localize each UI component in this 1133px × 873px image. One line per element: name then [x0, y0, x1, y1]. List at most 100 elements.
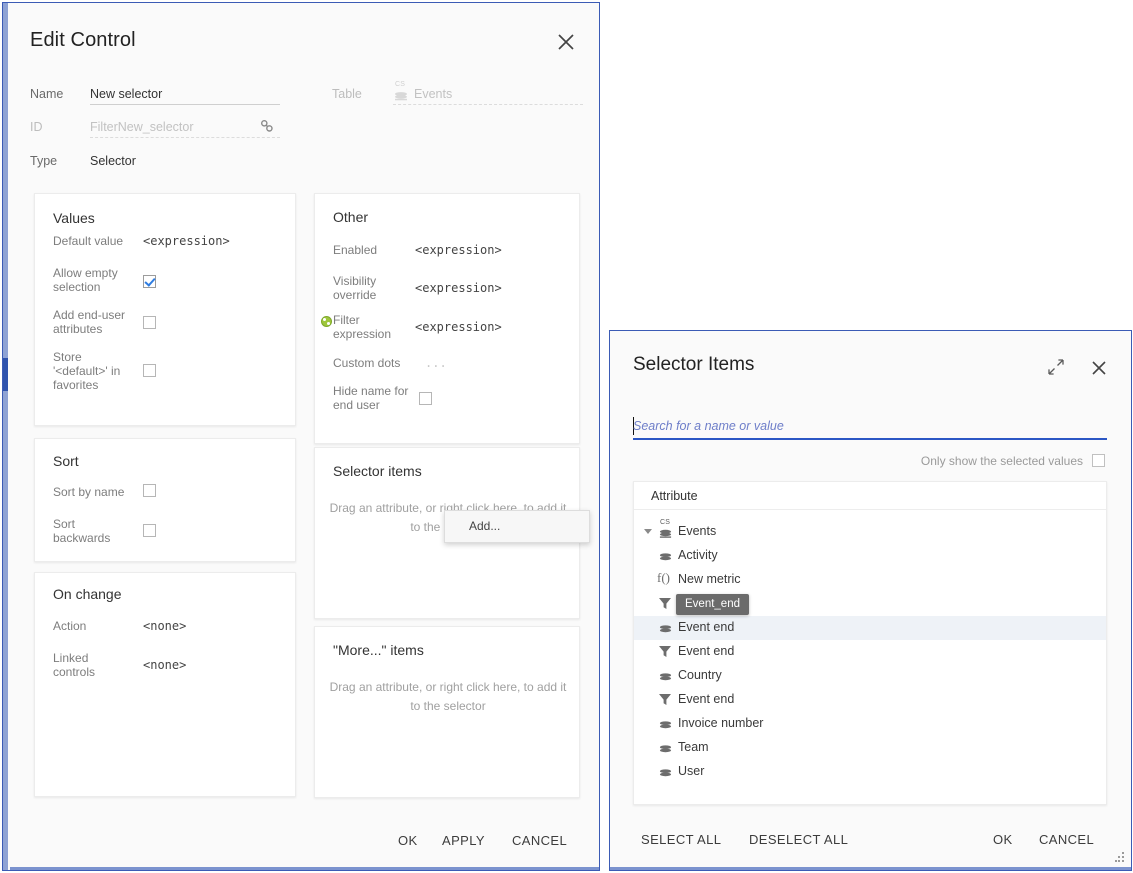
- edit-control-bottom-accent: [10, 867, 599, 870]
- id-input-underline: [90, 137, 280, 138]
- tree-row[interactable]: Event end: [634, 616, 1106, 640]
- tree-row[interactable]: CS Events: [634, 520, 1106, 544]
- sort-panel-title: Sort: [53, 453, 79, 469]
- visibility-override-value[interactable]: <expression>: [415, 281, 502, 295]
- expand-icon[interactable]: [1047, 358, 1065, 381]
- search-input[interactable]: Search for a name or value: [633, 419, 1106, 433]
- sort-by-name-label: Sort by name: [53, 485, 131, 499]
- selector-items-dialog: Selector Items Search for a name or valu…: [609, 330, 1132, 871]
- tree-row-label: Event end: [678, 644, 734, 658]
- more-items-drop-panel[interactable]: "More..." items Drag an attribute, or ri…: [314, 626, 580, 798]
- tree-row[interactable]: Invoice number: [634, 712, 1106, 736]
- select-all-button[interactable]: SELECT ALL: [641, 832, 721, 847]
- tree-row[interactable]: Event end: [634, 688, 1106, 712]
- values-panel: Values Default value <expression> Allow …: [34, 193, 296, 426]
- filter-expression-label: Filter expression: [333, 313, 411, 341]
- tree-row-label: New metric: [678, 572, 741, 586]
- tree-row-label: Events: [678, 524, 716, 538]
- action-value[interactable]: <none>: [143, 619, 186, 633]
- other-panel: Other Enabled <expression> Visibility ov…: [314, 193, 580, 444]
- add-end-user-attributes-checkbox[interactable]: [143, 316, 156, 329]
- ok-button[interactable]: OK: [993, 832, 1013, 847]
- id-input[interactable]: FilterNew_selector: [90, 120, 194, 134]
- search-input-underline: [633, 438, 1107, 440]
- tree-row[interactable]: Country: [634, 664, 1106, 688]
- other-panel-title: Other: [333, 209, 368, 225]
- close-icon[interactable]: [1089, 358, 1109, 383]
- apply-button[interactable]: APPLY: [442, 833, 485, 848]
- add-end-user-attributes-label: Add end-user attributes: [53, 308, 131, 336]
- deselect-all-button[interactable]: DESELECT ALL: [749, 832, 848, 847]
- tooltip: Event_end: [676, 594, 749, 615]
- hide-name-for-end-user-label: Hide name for end user: [333, 384, 411, 412]
- sort-panel: Sort Sort by name Sort backwards: [34, 438, 296, 562]
- edit-control-body: Edit Control Name New selector ID Filter…: [10, 3, 599, 870]
- tree-row[interactable]: User: [634, 760, 1106, 784]
- column-icon: [658, 718, 673, 736]
- type-label: Type: [30, 154, 57, 168]
- link-icon[interactable]: [259, 118, 275, 139]
- enabled-value[interactable]: <expression>: [415, 243, 502, 257]
- column-icon: [658, 622, 673, 640]
- cancel-button[interactable]: CANCEL: [512, 833, 567, 848]
- action-label: Action: [53, 619, 131, 633]
- on-change-panel: On change Action <none> Linked controls …: [34, 572, 296, 797]
- attribute-column-header: Attribute: [634, 482, 1106, 510]
- hide-name-for-end-user-checkbox[interactable]: [419, 392, 432, 405]
- id-label: ID: [30, 120, 43, 134]
- tree-row-label: Country: [678, 668, 722, 682]
- background-window-edge: [3, 3, 8, 871]
- selector-items-title: Selector Items: [633, 354, 754, 376]
- resize-handle[interactable]: [1115, 852, 1125, 862]
- tree-row[interactable]: Activity: [634, 544, 1106, 568]
- tree-row-label: Activity: [678, 548, 718, 562]
- name-input-underline: [90, 104, 280, 105]
- name-input[interactable]: New selector: [90, 87, 162, 101]
- allow-empty-selection-label: Allow empty selection: [53, 266, 131, 294]
- context-menu: Add...: [444, 510, 590, 543]
- sort-by-name-checkbox[interactable]: [143, 484, 156, 497]
- allow-empty-selection-checkbox[interactable]: [143, 275, 156, 288]
- ok-button[interactable]: OK: [398, 833, 418, 848]
- table-value[interactable]: Events: [414, 87, 452, 101]
- close-icon[interactable]: [555, 31, 577, 53]
- filter-expression-value[interactable]: <expression>: [415, 320, 502, 334]
- column-icon: [658, 766, 673, 784]
- filter-icon: [658, 693, 672, 711]
- default-value-label: Default value: [53, 234, 131, 248]
- screen-root: Edit Control Name New selector ID Filter…: [0, 0, 1133, 873]
- column-icon: [658, 742, 673, 760]
- tree-row[interactable]: Team: [634, 736, 1106, 760]
- tree-row[interactable]: f() New metric: [634, 568, 1106, 592]
- column-icon: [658, 670, 673, 688]
- edit-control-dialog: Edit Control Name New selector ID Filter…: [2, 2, 600, 871]
- linked-controls-value[interactable]: <none>: [143, 658, 186, 672]
- green-plugin-icon: [321, 316, 332, 327]
- sort-backwards-checkbox[interactable]: [143, 524, 156, 537]
- linked-controls-label: Linked controls: [53, 651, 131, 679]
- values-panel-title: Values: [53, 210, 95, 226]
- context-menu-item-add[interactable]: Add...: [469, 519, 500, 533]
- chevron-down-icon[interactable]: [644, 529, 652, 534]
- tree-row[interactable]: Event end: [634, 640, 1106, 664]
- only-selected-label: Only show the selected values: [921, 454, 1083, 468]
- tree-row-label: Event end: [678, 692, 734, 706]
- default-value-field[interactable]: <expression>: [143, 234, 230, 248]
- function-icon: f(): [657, 570, 670, 586]
- name-label: Name: [30, 87, 63, 101]
- cancel-button[interactable]: CANCEL: [1039, 832, 1094, 847]
- more-items-hint-line1: Drag an attribute, or right click here, …: [330, 680, 534, 694]
- tree-row-label: User: [678, 764, 704, 778]
- filter-icon: [658, 597, 672, 615]
- selector-items-drop-title: Selector items: [333, 463, 422, 479]
- store-default-in-favorites-checkbox[interactable]: [143, 364, 156, 377]
- background-window-scroll-thumb[interactable]: [3, 358, 8, 391]
- table-label: Table: [332, 87, 362, 101]
- type-value: Selector: [90, 154, 136, 168]
- visibility-override-label: Visibility override: [333, 274, 411, 302]
- tree-row-label: Event end: [678, 620, 734, 634]
- only-selected-checkbox[interactable]: [1092, 454, 1105, 467]
- attribute-column-header-label: Attribute: [651, 489, 698, 503]
- custom-dots-value[interactable]: ...: [425, 356, 447, 370]
- tree-row-label: Invoice number: [678, 716, 763, 730]
